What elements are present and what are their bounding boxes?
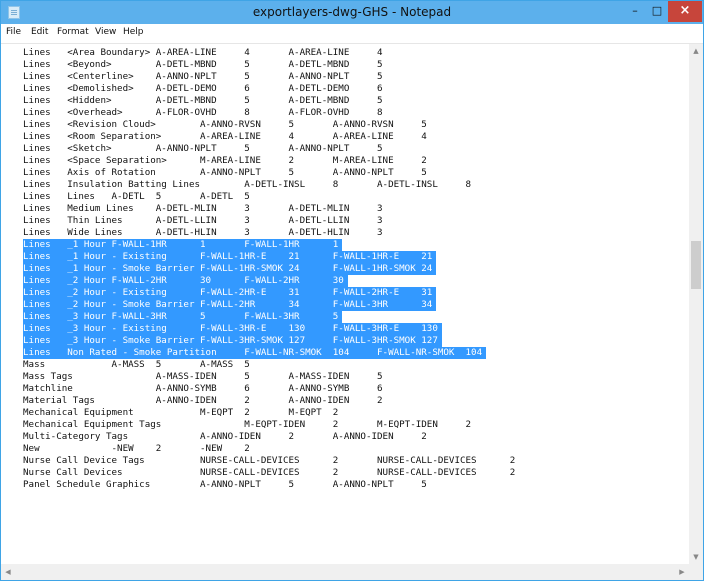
text-line[interactable]: New -NEW 2 -NEW 2 [1,443,250,455]
selected-text-line[interactable]: Lines _2 Hour - Smoke Barrier F-WALL-2HR… [1,299,432,311]
menu-format[interactable]: Format [57,27,89,37]
text-line[interactable]: Matchline A-ANNO-SYMB 6 A-ANNO-SYMB 6 [1,383,383,395]
menu-bar: File Edit Format View Help [1,24,703,44]
text-line[interactable]: Nurse Call Device Tags NURSE-CALL-DEVICE… [1,455,515,467]
menu-view[interactable]: View [95,27,116,37]
text-line[interactable]: Lines Medium Lines A-DETL-MLIN 3 A-DETL-… [1,203,383,215]
window-title: exportlayers-dwg-GHS - Notepad [252,5,452,19]
text-line[interactable]: Multi-Category Tags A-ANNO-IDEN 2 A-ANNO… [1,431,427,443]
vertical-scroll-thumb[interactable] [691,241,701,289]
text-line[interactable]: Lines <Sketch> A-ANNO-NPLT 5 A-ANNO-NPLT… [1,143,383,155]
selected-text-line[interactable]: Lines _3 Hour - Existing F-WALL-3HR-E 13… [1,323,438,335]
text-line[interactable]: Mechanical Equipment Tags M-EQPT-IDEN 2 … [1,419,471,431]
text-line[interactable]: Mass Tags A-MASS-IDEN 5 A-MASS-IDEN 5 [1,371,383,383]
horizontal-scrollbar[interactable]: ◀ ▶ [1,564,689,580]
text-line[interactable]: Lines <Beyond> A-DETL-MBND 5 A-DETL-MBND… [1,59,383,71]
menu-file[interactable]: File [6,27,21,37]
notepad-window: exportlayers-dwg-GHS - Notepad – □ × Fil… [0,0,704,581]
text-line[interactable]: Lines <Hidden> A-DETL-MBND 5 A-DETL-MBND… [1,95,383,107]
selected-text-line[interactable]: Lines _1 Hour - Smoke Barrier F-WALL-1HR… [1,263,432,275]
maximize-button[interactable]: □ [646,1,668,22]
text-line[interactable]: Lines <Overhead> A-FLOR-OVHD 8 A-FLOR-OV… [1,107,383,119]
text-editor[interactable]: Lines <Area Boundary> A-AREA-LINE 4 A-AR… [1,44,689,564]
text-line[interactable]: Lines <Demolished> A-DETL-DEMO 6 A-DETL-… [1,83,383,95]
selected-text-line[interactable]: Lines Non Rated - Smoke Partition F-WALL… [1,347,482,359]
selected-text-line[interactable]: Lines _2 Hour F-WALL-2HR 30 F-WALL-2HR 3… [1,275,344,287]
text-line[interactable]: Lines <Area Boundary> A-AREA-LINE 4 A-AR… [1,47,383,59]
text-line[interactable]: Mass A-MASS 5 A-MASS 5 [1,359,250,371]
selected-text-line[interactable]: Lines _2 Hour - Existing F-WALL-2HR-E 31… [1,287,432,299]
text-line[interactable]: Lines Thin Lines A-DETL-LLIN 3 A-DETL-LL… [1,215,383,227]
text-line[interactable]: Lines <Revision Cloud> A-ANNO-RVSN 5 A-A… [1,119,427,131]
menu-help[interactable]: Help [123,27,144,37]
text-line[interactable]: Lines <Space Separation> M-AREA-LINE 2 M… [1,155,427,167]
minimize-button[interactable]: – [624,1,646,22]
close-button[interactable]: × [668,1,702,22]
text-line[interactable]: Nurse Call Devices NURSE-CALL-DEVICES 2 … [1,467,515,479]
scroll-left-icon[interactable]: ◀ [1,565,15,579]
text-line[interactable]: Lines <Centerline> A-ANNO-NPLT 5 A-ANNO-… [1,71,383,83]
menu-edit[interactable]: Edit [31,27,48,37]
text-line[interactable]: Lines Wide Lines A-DETL-HLIN 3 A-DETL-HL… [1,227,383,239]
scroll-right-icon[interactable]: ▶ [675,565,689,579]
vertical-scrollbar[interactable]: ▲ ▼ [689,44,703,564]
text-line[interactable]: Lines Lines A-DETL 5 A-DETL 5 [1,191,250,203]
selected-text-line[interactable]: Lines _3 Hour - Smoke Barrier F-WALL-3HR… [1,335,438,347]
selected-text-line[interactable]: Lines _1 Hour - Existing F-WALL-1HR-E 21… [1,251,432,263]
text-line[interactable]: Lines Axis of Rotation A-ANNO-NPLT 5 A-A… [1,167,427,179]
text-line[interactable]: Panel Schedule Graphics A-ANNO-NPLT 5 A-… [1,479,427,491]
text-line[interactable]: Material Tags A-ANNO-IDEN 2 A-ANNO-IDEN … [1,395,383,407]
scroll-down-icon[interactable]: ▼ [689,550,703,564]
scrollbar-corner [689,564,703,580]
text-line[interactable]: Lines <Room Separation> A-AREA-LINE 4 A-… [1,131,427,143]
text-line[interactable]: Lines Insulation Batting Lines A-DETL-IN… [1,179,471,191]
text-line[interactable]: Mechanical Equipment M-EQPT 2 M-EQPT 2 [1,407,338,419]
title-bar[interactable]: exportlayers-dwg-GHS - Notepad – □ × [1,1,703,24]
selected-text-line[interactable]: Lines _3 Hour F-WALL-3HR 5 F-WALL-3HR 5 [1,311,338,323]
scroll-up-icon[interactable]: ▲ [689,44,703,58]
selected-text-line[interactable]: Lines _1 Hour F-WALL-1HR 1 F-WALL-1HR 1 [1,239,338,251]
